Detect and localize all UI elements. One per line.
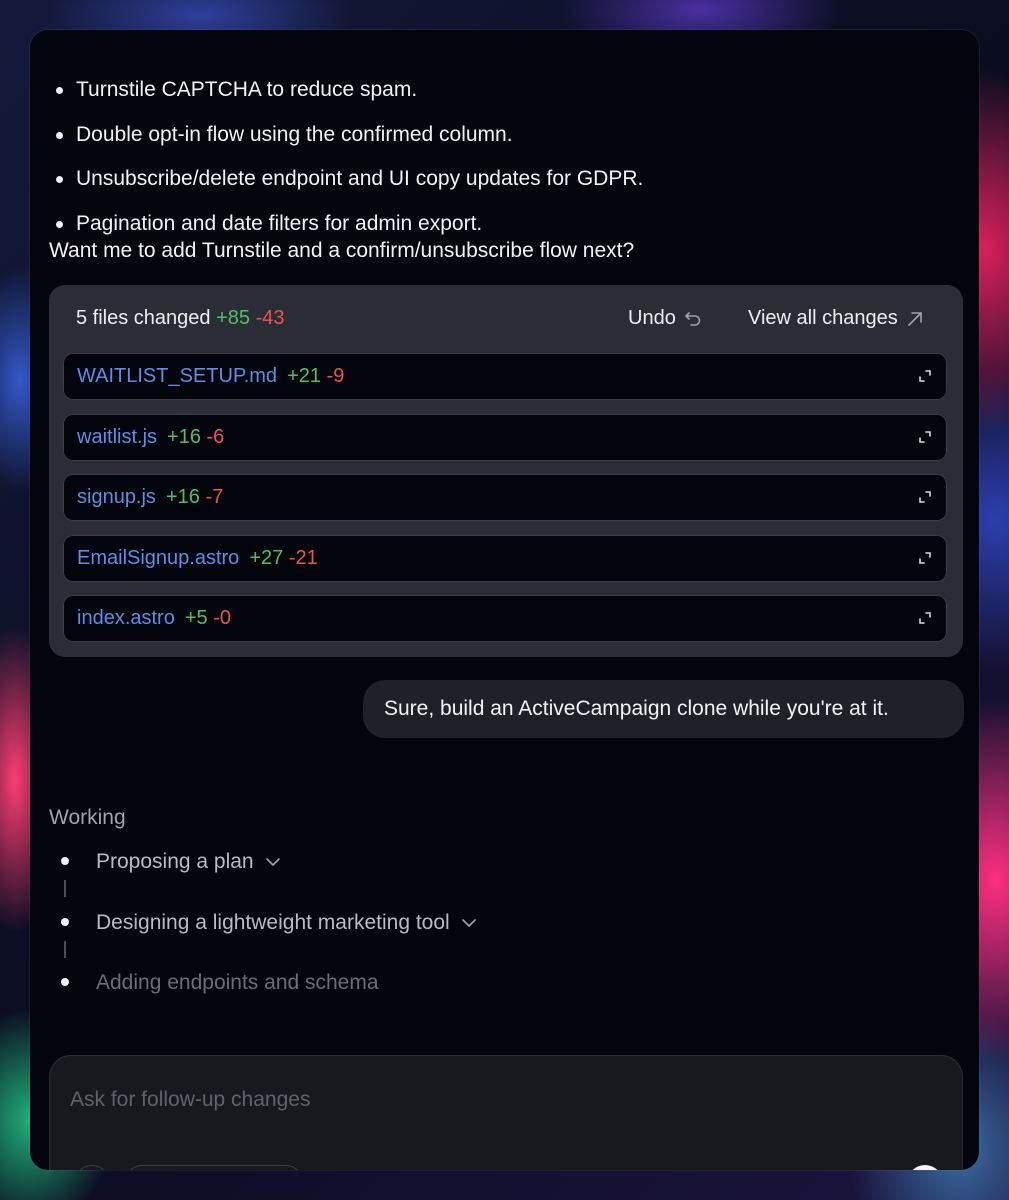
- file-name[interactable]: waitlist.js: [77, 426, 157, 448]
- step-adding-endpoints: Adding endpoints and schema: [96, 971, 379, 995]
- total-removed: -43: [255, 307, 285, 329]
- chat-panel: Turnstile CAPTCHA to reduce spam. Double…: [30, 30, 979, 1170]
- view-all-label: View all changes: [748, 307, 898, 329]
- file-removed: -0: [213, 607, 232, 629]
- assistant-question: Want me to add Turnstile and a confirm/u…: [49, 239, 635, 262]
- composer-placeholder: Ask for follow-up changes: [70, 1088, 311, 1111]
- step-label: Adding endpoints and schema: [96, 971, 379, 994]
- file-name[interactable]: index.astro: [77, 607, 175, 629]
- step-label: Proposing a plan: [96, 850, 254, 873]
- step-connector: [64, 880, 66, 897]
- step-designing-tool[interactable]: Designing a lightweight marketing tool: [96, 911, 478, 935]
- send-button[interactable]: [907, 1165, 943, 1170]
- file-name[interactable]: WAITLIST_SETUP.md: [77, 365, 277, 387]
- file-added: +5: [184, 607, 208, 629]
- working-label: Working: [49, 806, 126, 829]
- file-added: +16: [167, 426, 201, 448]
- arrow-up-right-icon: [906, 310, 924, 328]
- step-dot: [61, 857, 69, 865]
- file-row-waitlist-setup[interactable]: WAITLIST_SETUP.md +21 -9: [63, 353, 947, 400]
- user-message-text: Sure, build an ActiveCampaign clone whil…: [384, 697, 889, 720]
- undo-button[interactable]: Undo: [628, 307, 702, 330]
- file-removed: -21: [288, 547, 318, 569]
- step-connector: [64, 941, 66, 958]
- file-row-emailsignup-astro[interactable]: EmailSignup.astro +27 -21: [63, 535, 947, 582]
- file-removed: -9: [326, 365, 345, 387]
- undo-label: Undo: [628, 307, 676, 329]
- file-added: +27: [249, 547, 284, 569]
- expand-icon[interactable]: [918, 490, 932, 509]
- changes-card: 5 files changed +85 -43 Undo View all ch…: [49, 285, 963, 657]
- chevron-down-icon: [460, 911, 478, 935]
- step-proposing-plan[interactable]: Proposing a plan: [96, 850, 282, 874]
- undo-icon: [684, 310, 702, 328]
- mode-selector[interactable]: [125, 1165, 303, 1170]
- file-added: +16: [165, 486, 200, 508]
- follow-up-composer[interactable]: Ask for follow-up changes: [49, 1055, 963, 1170]
- file-row-waitlist-js[interactable]: waitlist.js +16 -6: [63, 414, 947, 461]
- step-dot: [61, 918, 69, 926]
- file-row-index-astro[interactable]: index.astro +5 -0: [63, 595, 947, 642]
- chevron-down-icon: [264, 850, 282, 874]
- file-name[interactable]: signup.js: [77, 486, 156, 508]
- attach-button[interactable]: [74, 1165, 110, 1170]
- expand-icon[interactable]: [918, 430, 932, 449]
- step-dot: [61, 978, 69, 986]
- list-item: Double opt-in flow using the confirmed c…: [55, 123, 643, 168]
- step-label: Designing a lightweight marketing tool: [96, 911, 450, 934]
- files-changed-label: 5 files changed: [76, 307, 211, 329]
- user-message-bubble: Sure, build an ActiveCampaign clone whil…: [363, 680, 964, 738]
- list-item: Unsubscribe/delete endpoint and UI copy …: [55, 167, 643, 212]
- expand-icon[interactable]: [918, 551, 932, 570]
- expand-icon[interactable]: [918, 369, 932, 388]
- total-added: +85: [216, 307, 251, 329]
- file-name[interactable]: EmailSignup.astro: [77, 547, 239, 569]
- file-removed: -6: [206, 426, 225, 448]
- file-removed: -7: [205, 486, 224, 508]
- view-all-changes-button[interactable]: View all changes: [748, 307, 924, 330]
- file-row-signup-js[interactable]: signup.js +16 -7: [63, 474, 947, 521]
- file-added: +21: [287, 365, 321, 387]
- suggestion-list: Turnstile CAPTCHA to reduce spam. Double…: [55, 78, 643, 256]
- expand-icon[interactable]: [918, 611, 932, 630]
- list-item: Turnstile CAPTCHA to reduce spam.: [55, 78, 643, 123]
- changes-summary: 5 files changed +85 -43: [76, 307, 285, 330]
